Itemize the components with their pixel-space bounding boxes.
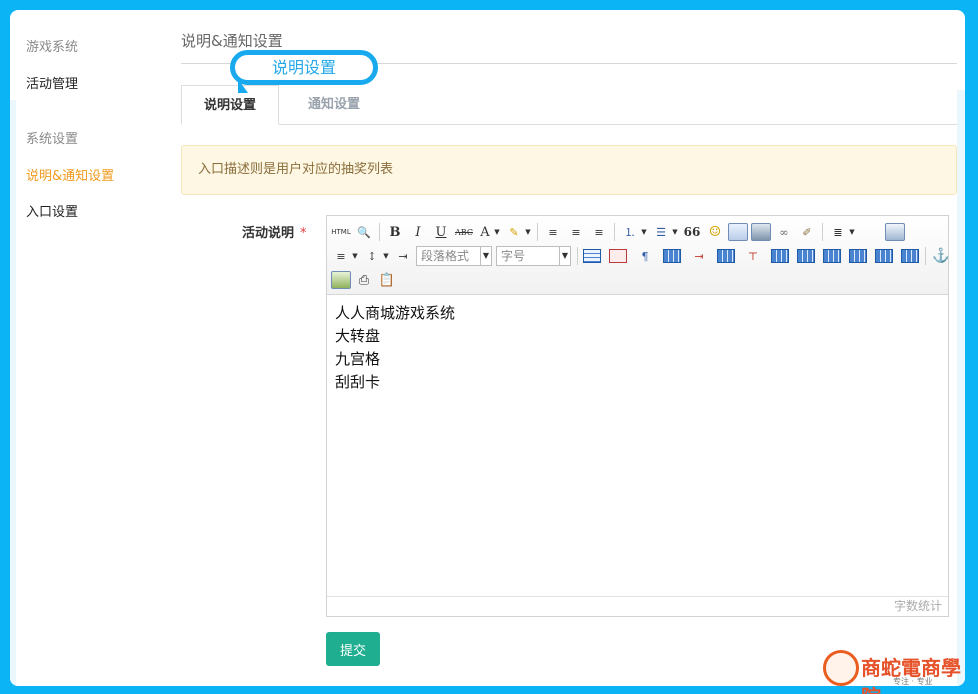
logo-emblem-icon — [823, 650, 859, 686]
content-line: 九宫格 — [335, 350, 381, 368]
paragraph-spacing-icon[interactable]: ≡ — [331, 246, 351, 266]
paragraph-format-select[interactable]: 段落格式 ▼ — [416, 246, 492, 266]
chevron-down-icon[interactable]: ▼ — [351, 246, 359, 266]
chevron-down-icon[interactable]: ▼ — [382, 246, 390, 266]
editor-content-area[interactable]: 人人商城游戏系统 大转盘 九宫格 刮刮卡 — [327, 295, 948, 595]
page-title: 说明&通知设置 — [181, 32, 283, 50]
insert-col-icon[interactable] — [717, 249, 735, 263]
chevron-down-icon[interactable]: ▼ — [671, 222, 679, 242]
chevron-down-icon[interactable]: ▼ — [524, 222, 532, 242]
unordered-list-icon[interactable]: ☰ — [651, 222, 671, 242]
insert-row-icon[interactable] — [663, 249, 681, 263]
logo-subtitle: 专注 · 专业 — [893, 677, 933, 686]
sidebar: 游戏系统 活动管理 系统设置 说明&通知设置 入口设置 — [26, 38, 166, 224]
chevron-down-icon[interactable]: ▼ — [640, 222, 648, 242]
bold-button[interactable]: B — [385, 222, 405, 242]
rich-text-editor: HTML 🔍 B I U ABC A ▼ ✎ ▼ ≡ ≡ ≡ ⒈ ▼ ☰ ▼ 6… — [326, 215, 950, 617]
row-spacing-icon[interactable]: ↕ — [362, 246, 382, 266]
callout-annotation: 说明设置 — [230, 50, 378, 93]
main-window: 游戏系统 活动管理 系统设置 说明&通知设置 入口设置 说明&通知设置 说明设置… — [10, 10, 965, 686]
font-size-value: 字号 — [501, 249, 526, 263]
ordered-list-icon[interactable]: ⒈ — [620, 222, 640, 242]
editor-toolbar: HTML 🔍 B I U ABC A ▼ ✎ ▼ ≡ ≡ ≡ ⒈ ▼ ☰ ▼ 6… — [327, 216, 950, 295]
sidebar-group-system: 系统设置 — [26, 132, 79, 147]
tab-bar: 说明设置 通知设置 — [181, 85, 957, 125]
line-height-icon[interactable]: ≣ — [828, 222, 848, 242]
toolbar-separator — [577, 247, 578, 265]
underline-button[interactable]: U — [431, 222, 451, 242]
video-icon[interactable] — [751, 223, 771, 241]
split-cols-icon[interactable] — [901, 249, 919, 263]
align-center-icon[interactable]: ≡ — [566, 222, 586, 242]
html-source-icon[interactable]: HTML — [331, 222, 351, 242]
insert-paragraph-icon[interactable]: ¶ — [635, 246, 655, 266]
tab-description[interactable]: 说明设置 — [181, 85, 279, 125]
delete-table-icon[interactable] — [609, 249, 627, 263]
preview-icon[interactable]: 🔍 — [354, 222, 374, 242]
chevron-down-icon[interactable]: ▼ — [848, 222, 856, 242]
chevron-down-icon: ▼ — [480, 247, 491, 265]
tab-notification[interactable]: 通知设置 — [281, 85, 387, 125]
sidebar-group-game: 游戏系统 — [26, 40, 79, 55]
logo-title: 商蛇電商學院 — [861, 656, 961, 694]
split-rows-icon[interactable] — [875, 249, 893, 263]
sidebar-item-entry-settings[interactable]: 入口设置 — [26, 202, 166, 224]
fullscreen-icon[interactable] — [885, 223, 905, 241]
sidebar-item-activity-manage[interactable]: 活动管理 — [26, 74, 166, 96]
merge-right-icon[interactable] — [797, 249, 815, 263]
paragraph-format-value: 段落格式 — [421, 249, 470, 263]
word-count-status: 字数统计 — [327, 596, 948, 616]
content-line: 大转盘 — [335, 327, 381, 345]
toolbar-row-2: ≡ ▼ ↕ ▼ ⇥ 段落格式 ▼ 字号 ▼ ¶ ⇥ ⊤ ⚓ — [331, 245, 954, 267]
align-right-icon[interactable]: ≡ — [589, 222, 609, 242]
split-cells-icon[interactable] — [849, 249, 867, 263]
merge-cells-icon[interactable] — [771, 249, 789, 263]
insert-table-icon[interactable] — [583, 249, 601, 263]
strikethrough-button[interactable]: ABC — [454, 222, 474, 242]
link-icon[interactable]: ∞ — [774, 222, 794, 242]
sidebar-item-desc-notice[interactable]: 说明&通知设置 — [26, 166, 166, 188]
required-mark: * — [300, 226, 307, 241]
delete-row-icon[interactable]: ⇥ — [689, 246, 709, 266]
chevron-down-icon: ▼ — [559, 247, 570, 265]
print-icon[interactable]: ⎙ — [354, 270, 374, 290]
insert-image-icon[interactable] — [331, 271, 351, 289]
toolbar-separator — [379, 223, 380, 241]
toolbar-row-1: HTML 🔍 B I U ABC A ▼ ✎ ▼ ≡ ≡ ≡ ⒈ ▼ ☰ ▼ 6… — [331, 221, 908, 243]
emoticon-icon[interactable]: ☺ — [705, 222, 725, 242]
italic-button[interactable]: I — [408, 222, 428, 242]
submit-button[interactable]: 提交 — [326, 632, 380, 666]
merge-down-icon[interactable] — [823, 249, 841, 263]
toolbar-separator — [537, 223, 538, 241]
toolbar-separator — [925, 247, 926, 265]
font-size-select[interactable]: 字号 ▼ — [496, 246, 571, 266]
info-alert: 入口描述则是用户对应的抽奖列表 — [181, 145, 957, 195]
toolbar-separator — [822, 223, 823, 241]
eraser-icon[interactable]: ✐ — [797, 222, 817, 242]
chevron-down-icon[interactable]: ▼ — [493, 222, 501, 242]
paste-icon[interactable]: 📋 — [377, 270, 397, 290]
image-icon[interactable] — [728, 223, 748, 241]
anchor-icon[interactable]: ⚓ — [931, 246, 951, 266]
blockquote-icon[interactable]: 66 — [682, 222, 702, 242]
toolbar-separator — [614, 223, 615, 241]
content-line: 人人商城游戏系统 — [335, 304, 456, 322]
delete-col-icon[interactable]: ⊤ — [743, 246, 763, 266]
watermark-logo: 商蛇電商學院 专注 · 专业 — [823, 650, 973, 694]
content-line: 刮刮卡 — [335, 373, 381, 391]
font-color-button[interactable]: A — [477, 222, 493, 242]
toolbar-row-3: ⎙ 📋 — [331, 269, 400, 291]
field-label-activity-desc: 活动说明 * — [242, 222, 307, 241]
field-label-text: 活动说明 — [242, 226, 295, 241]
align-left-icon[interactable]: ≡ — [543, 222, 563, 242]
highlight-color-icon[interactable]: ✎ — [504, 222, 524, 242]
indent-icon[interactable]: ⇥ — [393, 246, 413, 266]
